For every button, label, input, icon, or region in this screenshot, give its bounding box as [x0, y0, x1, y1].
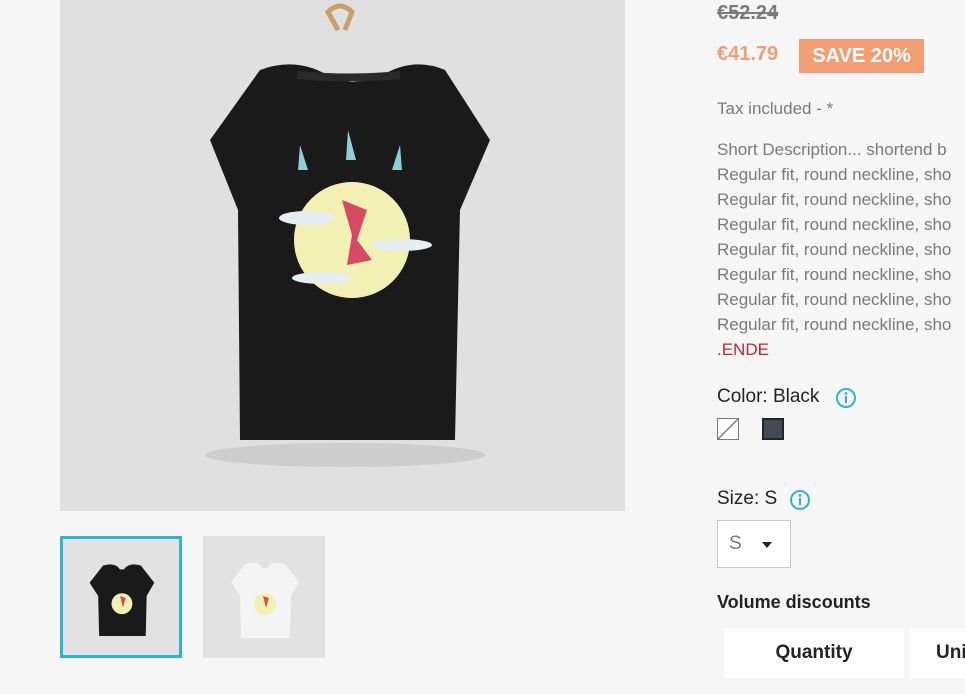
- size-label: Size: S: [717, 488, 778, 509]
- product-short-description: Short Description... shortend b Regular …: [717, 137, 965, 362]
- regular-price: €52.24: [717, 2, 779, 24]
- current-price: €41.79: [717, 43, 779, 65]
- description-line: Regular fit, round neckline, sho: [717, 290, 952, 309]
- volume-discounts-title: Volume discounts: [717, 592, 871, 612]
- info-circle-icon[interactable]: [835, 387, 857, 409]
- volume-header-unit: Uni: [910, 628, 965, 678]
- color-label: Color: Black: [717, 386, 820, 407]
- description-line: Regular fit, round neckline, sho: [717, 265, 952, 284]
- description-line: Short Description... shortend b: [717, 140, 947, 159]
- color-swatch-none[interactable]: [717, 418, 739, 440]
- description-line: Regular fit, round neckline, sho: [717, 215, 952, 234]
- product-main-image[interactable]: [60, 0, 625, 511]
- color-swatch-black[interactable]: [762, 418, 784, 440]
- description-line: Regular fit, round neckline, sho: [717, 190, 952, 209]
- tax-note: Tax included - *: [717, 99, 834, 118]
- caret-down-icon: [762, 542, 772, 548]
- info-circle-icon[interactable]: [789, 489, 811, 511]
- volume-header-quantity: Quantity: [724, 628, 904, 678]
- discount-badge: SAVE 20%: [799, 39, 924, 73]
- size-select-value: S: [729, 533, 742, 554]
- description-line: Regular fit, round neckline, sho: [717, 315, 952, 334]
- description-line: Regular fit, round neckline, sho: [717, 165, 952, 184]
- thumbnail-black-shirt[interactable]: [60, 536, 182, 658]
- size-select[interactable]: S: [717, 520, 791, 568]
- description-line: Regular fit, round neckline, sho: [717, 240, 952, 259]
- description-end: .ENDE: [717, 340, 769, 359]
- thumbnail-white-shirt[interactable]: [203, 536, 325, 658]
